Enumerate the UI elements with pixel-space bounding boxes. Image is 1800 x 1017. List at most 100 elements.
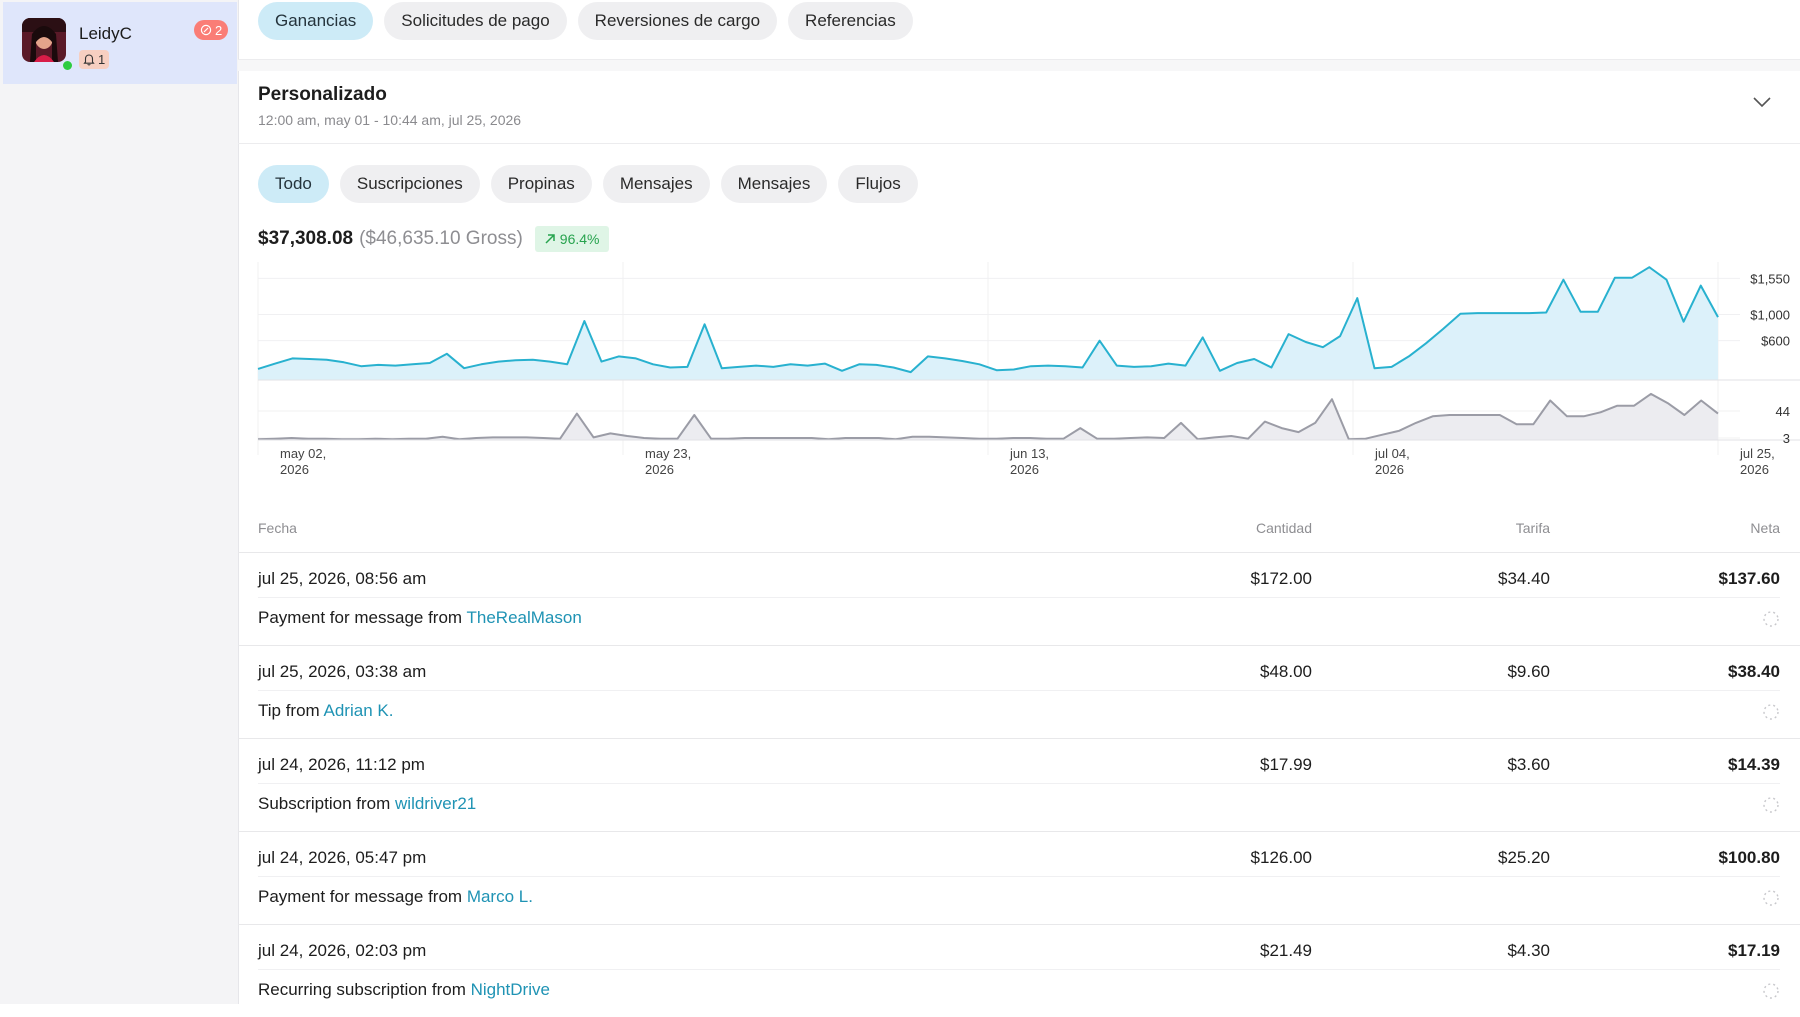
tab-referencias[interactable]: Referencias xyxy=(788,2,913,40)
x-tick-label: jul 04, xyxy=(1374,446,1410,461)
divider xyxy=(238,59,1800,71)
avatar[interactable] xyxy=(22,18,66,62)
account-name: LeidyC xyxy=(79,24,132,43)
row-user-link[interactable]: Marco L. xyxy=(467,887,533,906)
x-tick-label: 2026 xyxy=(280,462,309,477)
column-header-net: Neta xyxy=(1750,520,1780,536)
y-tick-label: $600 xyxy=(1761,334,1790,349)
filter-flujos[interactable]: Flujos xyxy=(838,165,918,203)
row-date: jul 25, 2026, 08:56 am xyxy=(258,569,427,588)
row-net: $14.39 xyxy=(1728,755,1780,774)
row-amount: $48.00 xyxy=(1260,662,1312,681)
row-description-text: Recurring subscription from xyxy=(258,980,466,999)
column-header-amount: Cantidad xyxy=(1255,520,1312,536)
row-fee: $25.20 xyxy=(1498,848,1550,867)
table-row[interactable]: jul 24, 2026, 02:03 pm $21.49 $4.30 $17.… xyxy=(238,924,1800,1017)
table-row[interactable]: jul 25, 2026, 08:56 am $172.00 $34.40 $1… xyxy=(238,552,1800,645)
row-description-text: Payment for message from xyxy=(258,887,463,906)
row-fee: $3.60 xyxy=(1507,755,1550,774)
row-date: jul 24, 2026, 11:12 pm xyxy=(258,755,425,774)
messages-count: 2 xyxy=(215,22,223,38)
messages-icon xyxy=(200,24,212,36)
row-net: $38.40 xyxy=(1728,662,1780,681)
period-title: Personalizado xyxy=(258,84,387,105)
notifications-badge[interactable]: 1 xyxy=(79,50,110,69)
x-tick-label: 2026 xyxy=(1375,462,1404,477)
row-user-link[interactable]: NightDrive xyxy=(471,980,550,999)
table-row[interactable]: jul 24, 2026, 11:12 pm $17.99 $3.60 $14.… xyxy=(238,738,1800,831)
filter-tabs: Todo Suscripciones Propinas Mensajes Men… xyxy=(258,165,918,203)
tab-solicitudes-de-pago[interactable]: Solicitudes de pago xyxy=(384,2,567,40)
row-amount: $126.00 xyxy=(1250,848,1312,867)
transactions-list: jul 25, 2026, 08:56 am $172.00 $34.40 $1… xyxy=(238,552,1800,1017)
bell-icon xyxy=(83,53,95,66)
row-description-text: Subscription from xyxy=(258,794,391,813)
table-row[interactable]: jul 25, 2026, 03:38 am $48.00 $9.60 $38.… xyxy=(238,645,1800,738)
row-description: Subscription from wildriver21 xyxy=(258,794,476,814)
pending-spinner-icon xyxy=(1763,797,1779,813)
table-header: Fecha Cantidad Tarifa Neta xyxy=(258,520,1780,540)
row-fee: $4.30 xyxy=(1507,941,1550,960)
growth-badge: 96.4% xyxy=(534,226,609,252)
arrow-up-right-icon xyxy=(545,234,555,244)
chevron-down-icon[interactable] xyxy=(1752,96,1772,108)
filter-todo[interactable]: Todo xyxy=(258,165,329,203)
row-amount: $172.00 xyxy=(1250,569,1312,588)
row-amount: $21.49 xyxy=(1260,941,1312,960)
x-tick-label: 2026 xyxy=(1010,462,1039,477)
filter-suscripciones[interactable]: Suscripciones xyxy=(339,165,480,203)
y-tick-label: $1,000 xyxy=(1750,307,1790,322)
x-tick-label: jun 13, xyxy=(1009,446,1049,461)
gross-total: ($46,635.10 Gross) xyxy=(359,228,523,249)
y-tick-label: $1,550 xyxy=(1750,271,1790,286)
row-user-link[interactable]: wildriver21 xyxy=(395,794,476,813)
x-tick-label: 2026 xyxy=(645,462,674,477)
pending-spinner-icon xyxy=(1763,611,1779,627)
filter-mensajes-2[interactable]: Mensajes xyxy=(720,165,828,203)
x-tick-label: may 23, xyxy=(645,446,691,461)
earnings-chart: $1,550$1,000$600443may 02,2026may 23,202… xyxy=(257,262,1800,477)
filter-mensajes[interactable]: Mensajes xyxy=(602,165,710,203)
tab-reversiones-de-cargo[interactable]: Reversiones de cargo xyxy=(577,2,778,40)
net-total: $37,308.08 xyxy=(258,228,354,249)
row-description: Payment for message from TheRealMason xyxy=(258,608,582,628)
row-description: Tip from Adrian K. xyxy=(258,701,393,721)
pending-spinner-icon xyxy=(1763,704,1779,720)
x-tick-label: may 02, xyxy=(280,446,326,461)
row-description-text: Tip from xyxy=(258,701,320,720)
row-net: $100.80 xyxy=(1718,848,1780,867)
table-row[interactable]: jul 24, 2026, 05:47 pm $126.00 $25.20 $1… xyxy=(238,831,1800,924)
x-tick-label: jul 25, xyxy=(1739,446,1775,461)
row-net: $137.60 xyxy=(1718,569,1780,588)
row-description: Recurring subscription from NightDrive xyxy=(258,980,550,1000)
account-card[interactable]: LeidyC 1 2 xyxy=(3,2,237,84)
tab-ganancias[interactable]: Ganancias xyxy=(258,2,374,40)
row-fee: $34.40 xyxy=(1498,569,1550,588)
online-status-dot xyxy=(61,59,74,72)
row-user-link[interactable]: Adrian K. xyxy=(324,701,394,720)
pending-spinner-icon xyxy=(1763,890,1779,906)
period-range: 12:00 am, may 01 - 10:44 am, jul 25, 202… xyxy=(258,112,522,128)
sidebar: LeidyC 1 2 xyxy=(0,0,239,1004)
period-selector[interactable]: Personalizado 12:00 am, may 01 - 10:44 a… xyxy=(258,84,521,128)
messages-badge[interactable]: 2 xyxy=(194,20,229,40)
row-date: jul 24, 2026, 05:47 pm xyxy=(258,848,427,867)
row-fee: $9.60 xyxy=(1507,662,1550,681)
row-date: jul 24, 2026, 02:03 pm xyxy=(258,941,427,960)
row-date: jul 25, 2026, 03:38 am xyxy=(258,662,427,681)
main-content: Ganancias Solicitudes de pago Reversione… xyxy=(238,0,1800,1004)
row-amount: $17.99 xyxy=(1260,755,1312,774)
x-tick-label: 2026 xyxy=(1740,462,1769,477)
growth-value: 96.4% xyxy=(559,231,600,247)
row-user-link[interactable]: TheRealMason xyxy=(467,608,582,627)
y-tick-label: 3 xyxy=(1783,431,1790,446)
notifications-count: 1 xyxy=(98,52,106,67)
row-net: $17.19 xyxy=(1728,941,1780,960)
y-tick-label: 44 xyxy=(1776,404,1790,419)
filter-propinas[interactable]: Propinas xyxy=(490,165,592,203)
pending-spinner-icon xyxy=(1763,983,1779,999)
divider xyxy=(238,143,1800,144)
earnings-summary: $37,308.08 ($46,635.10 Gross) 96.4% xyxy=(258,226,609,252)
row-description: Payment for message from Marco L. xyxy=(258,887,533,907)
top-tabs: Ganancias Solicitudes de pago Reversione… xyxy=(258,2,913,40)
